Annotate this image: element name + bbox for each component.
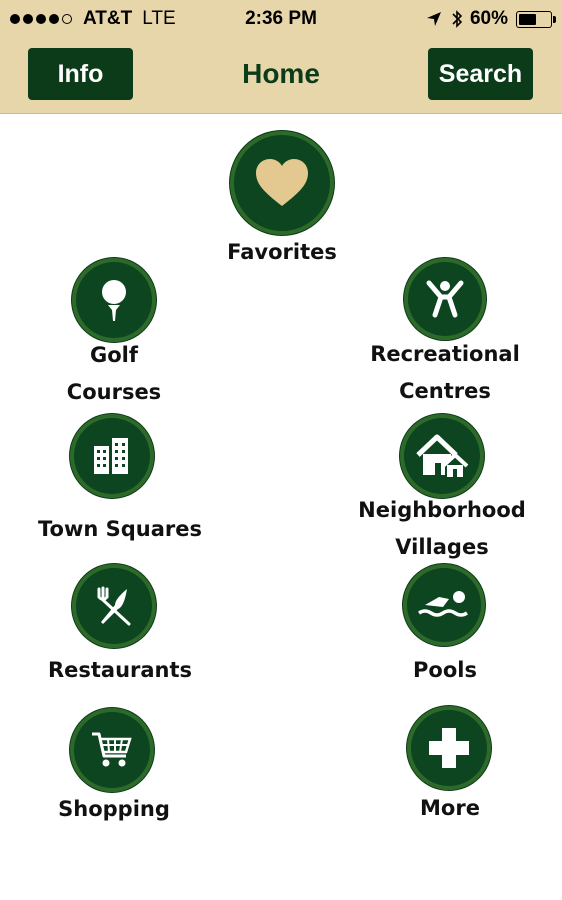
buildings-icon [70,414,154,498]
shopping-label: Shopping [58,797,170,821]
location-arrow-icon [426,12,441,26]
search-button[interactable]: Search [428,48,533,100]
person-jumping-icon [404,258,486,340]
shopping-cart-icon [70,708,154,792]
neighborhood-villages-label: Neighborhood Villages [358,498,526,559]
favorites-label: Favorites [227,240,337,264]
recreational-centres-label: Recreational Centres [370,342,520,403]
bluetooth-icon [452,10,463,28]
plus-icon [407,706,491,790]
battery-icon [516,10,556,28]
navigation-header: AT&T LTE 2:36 PM 60% Info Home Search [0,0,562,114]
golf-ball-icon [72,258,156,342]
heart-icon [230,131,334,235]
status-bar: AT&T LTE 2:36 PM 60% [0,0,562,38]
restaurants-label: Restaurants [47,658,193,682]
pools-label: Pools [413,658,477,682]
golf-courses-label: Golf Courses [66,343,162,404]
swimmer-icon [403,564,485,646]
town-squares-label: Town Squares [37,517,202,541]
more-label: More [420,796,480,820]
fork-knife-icon [72,564,156,648]
houses-icon [400,414,484,498]
battery-percent: 60% [469,8,508,29]
